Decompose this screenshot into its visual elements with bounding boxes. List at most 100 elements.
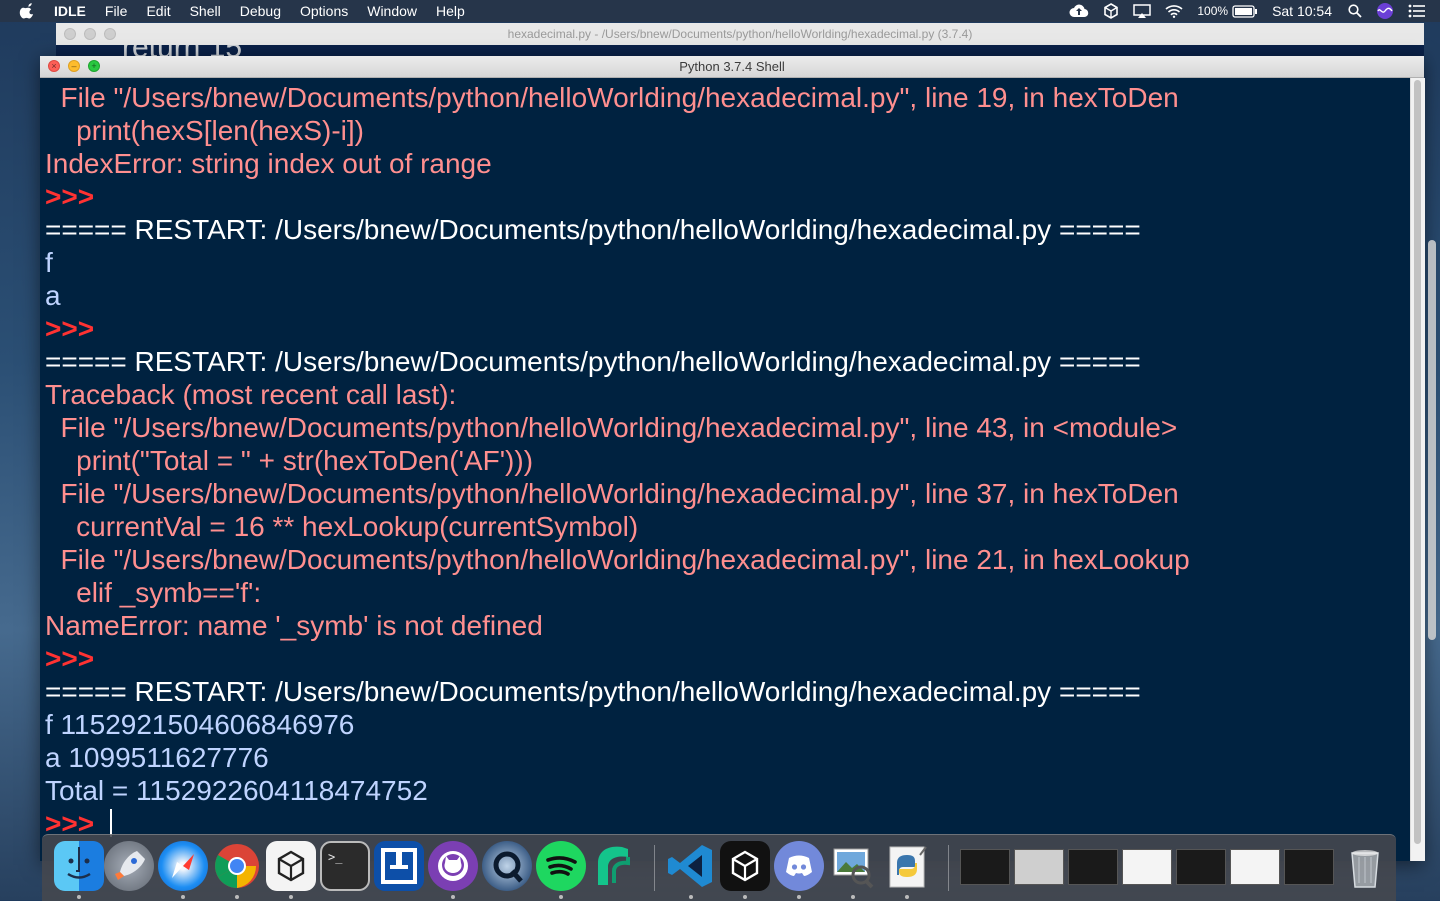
editor-window-title: hexadecimal.py - /Users/bnew/Documents/p… (507, 27, 973, 41)
vscode-icon[interactable] (666, 841, 716, 891)
line-text: NameError: name '_symb' is not defined (45, 610, 543, 641)
traceback-line: Traceback (most recent call last): (45, 378, 456, 411)
sublime-icon[interactable] (590, 841, 640, 891)
line-text: File "/Users/bnew/Documents/python/hello… (45, 412, 1178, 443)
line-text: Traceback (most recent call last): (45, 379, 457, 410)
trash-icon[interactable] (1340, 841, 1390, 891)
launchpad-icon[interactable] (104, 841, 154, 891)
traceback-line: File "/Users/bnew/Documents/python/hello… (45, 543, 1190, 576)
line-text: a (45, 280, 61, 311)
line-text: IndexError: string index out of range (45, 148, 492, 179)
dock-separator-2 (948, 845, 949, 891)
menu-shell[interactable]: Shell (190, 0, 221, 22)
battery-percent: 100% (1197, 4, 1229, 18)
line-text: >>> (45, 643, 102, 674)
line-text: ===== RESTART: /Users/bnew/Documents/pyt… (45, 346, 1141, 377)
line-text: f 1152921504606846976 (45, 709, 355, 740)
line-text: >>> (45, 181, 102, 212)
spotlight-search-icon[interactable] (1348, 4, 1362, 18)
minimized-unity-window[interactable] (1014, 849, 1064, 885)
dock: >_ (42, 834, 1396, 901)
line-text: a 1099511627776 (45, 742, 269, 773)
traceback-line: currentVal = 16 ** hexLookup(currentSymb… (45, 510, 638, 543)
minimized-spotify-window[interactable] (1068, 849, 1118, 885)
line-text: Total = 1152922604118474752 (45, 775, 428, 806)
minimized-document-window[interactable] (1230, 849, 1280, 885)
shell-prompt: >>> (45, 642, 102, 675)
discord-running-dot (797, 895, 801, 899)
shell-scrollbar[interactable] (1410, 78, 1425, 861)
chrome-icon[interactable] (212, 841, 262, 891)
python-running-dot (905, 895, 909, 899)
wifi-icon[interactable] (1165, 4, 1183, 18)
traceback-line: print("Total = " + str(hexToDen('AF'))) (45, 444, 533, 477)
menu-clock[interactable]: Sat 10:54 (1272, 3, 1332, 19)
line-text: f (45, 247, 53, 278)
sourcetree-icon[interactable] (374, 841, 424, 891)
unity-icon-dock[interactable] (720, 841, 770, 891)
shell-prompt: >>> (45, 180, 102, 213)
output-line: a (45, 279, 61, 312)
menu-help[interactable]: Help (436, 0, 465, 22)
traceback-line: print(hexS[len(hexS)-i]) (45, 114, 364, 147)
shell-titlebar[interactable]: × – + Python 3.7.4 Shell (40, 56, 1424, 78)
line-text: currentVal = 16 ** hexLookup(currentSymb… (45, 511, 639, 542)
unity-hub-icon[interactable] (266, 841, 316, 891)
menu-file[interactable]: File (105, 0, 128, 22)
traceback-line: IndexError: string index out of range (45, 147, 492, 180)
output-line: f 1152921504606846976 (45, 708, 354, 741)
shell-console[interactable]: File "/Users/bnew/Documents/python/hello… (40, 78, 1410, 861)
menu-window[interactable]: Window (367, 0, 417, 22)
notification-center-icon[interactable] (1408, 4, 1426, 18)
minimized-vscode-window[interactable] (960, 849, 1010, 885)
minimized-discord-window[interactable] (1176, 849, 1226, 885)
editor-window-titlebar[interactable]: hexadecimal.py - /Users/bnew/Documents/p… (56, 23, 1424, 46)
spotify-icon[interactable] (536, 841, 586, 891)
output-line: Total = 1152922604118474752 (45, 774, 428, 807)
editor-scrollbar[interactable] (1424, 200, 1440, 900)
apple-icon[interactable] (18, 3, 38, 19)
github-desktop-icon[interactable] (428, 841, 478, 891)
menu-edit[interactable]: Edit (146, 0, 170, 22)
unity-icon[interactable] (1103, 3, 1119, 19)
shell-scrollbar-thumb[interactable] (1414, 80, 1421, 844)
line-text: >>> (45, 313, 102, 344)
traceback-line: elif _symb=='f': (45, 576, 261, 609)
shell-window: × – + Python 3.7.4 Shell File "/Users/bn… (40, 56, 1425, 861)
preview-running-dot (851, 895, 855, 899)
shell-prompt: >>> (45, 312, 102, 345)
traceback-line: File "/Users/bnew/Documents/python/hello… (45, 411, 1178, 444)
menu-options[interactable]: Options (300, 0, 348, 22)
minimized-chrome-window[interactable] (1284, 849, 1334, 885)
finder-icon[interactable] (54, 841, 104, 891)
github-running-dot (451, 895, 455, 899)
line-text: ===== RESTART: /Users/bnew/Documents/pyt… (45, 214, 1141, 245)
minimized-github-window[interactable] (1122, 849, 1172, 885)
menu-bar: IDLE File Edit Shell Debug Options Windo… (0, 0, 1440, 22)
traceback-line: File "/Users/bnew/Documents/python/hello… (45, 81, 1179, 114)
output-line: f (45, 246, 53, 279)
output-line: a 1099511627776 (45, 741, 269, 774)
siri-icon[interactable] (1376, 2, 1394, 20)
discord-icon[interactable] (774, 841, 824, 891)
airplay-icon[interactable] (1133, 3, 1152, 19)
battery-icon[interactable] (1232, 4, 1258, 18)
quicktime-icon[interactable] (482, 841, 532, 891)
finder-running-dot (77, 895, 81, 899)
traceback-line: File "/Users/bnew/Documents/python/hello… (45, 477, 1179, 510)
spotify-running-dot (559, 895, 563, 899)
cloud-upload-icon[interactable] (1069, 4, 1089, 18)
line-text: File "/Users/bnew/Documents/python/hello… (45, 544, 1190, 575)
menu-debug[interactable]: Debug (240, 0, 281, 22)
menu-app-name[interactable]: IDLE (54, 0, 86, 22)
python-launcher-icon[interactable] (882, 841, 932, 891)
editor-scrollbar-thumb[interactable] (1428, 240, 1436, 640)
line-text: print(hexS[len(hexS)-i]) (45, 115, 364, 146)
terminal-icon[interactable]: >_ (320, 841, 370, 891)
preview-icon[interactable] (828, 841, 878, 891)
status-area: 100% Sat 10:54 (1069, 0, 1440, 22)
restart-banner: ===== RESTART: /Users/bnew/Documents/pyt… (45, 345, 1141, 378)
safari-icon[interactable] (158, 841, 208, 891)
dock-separator (654, 845, 655, 891)
traceback-line: NameError: name '_symb' is not defined (45, 609, 543, 642)
